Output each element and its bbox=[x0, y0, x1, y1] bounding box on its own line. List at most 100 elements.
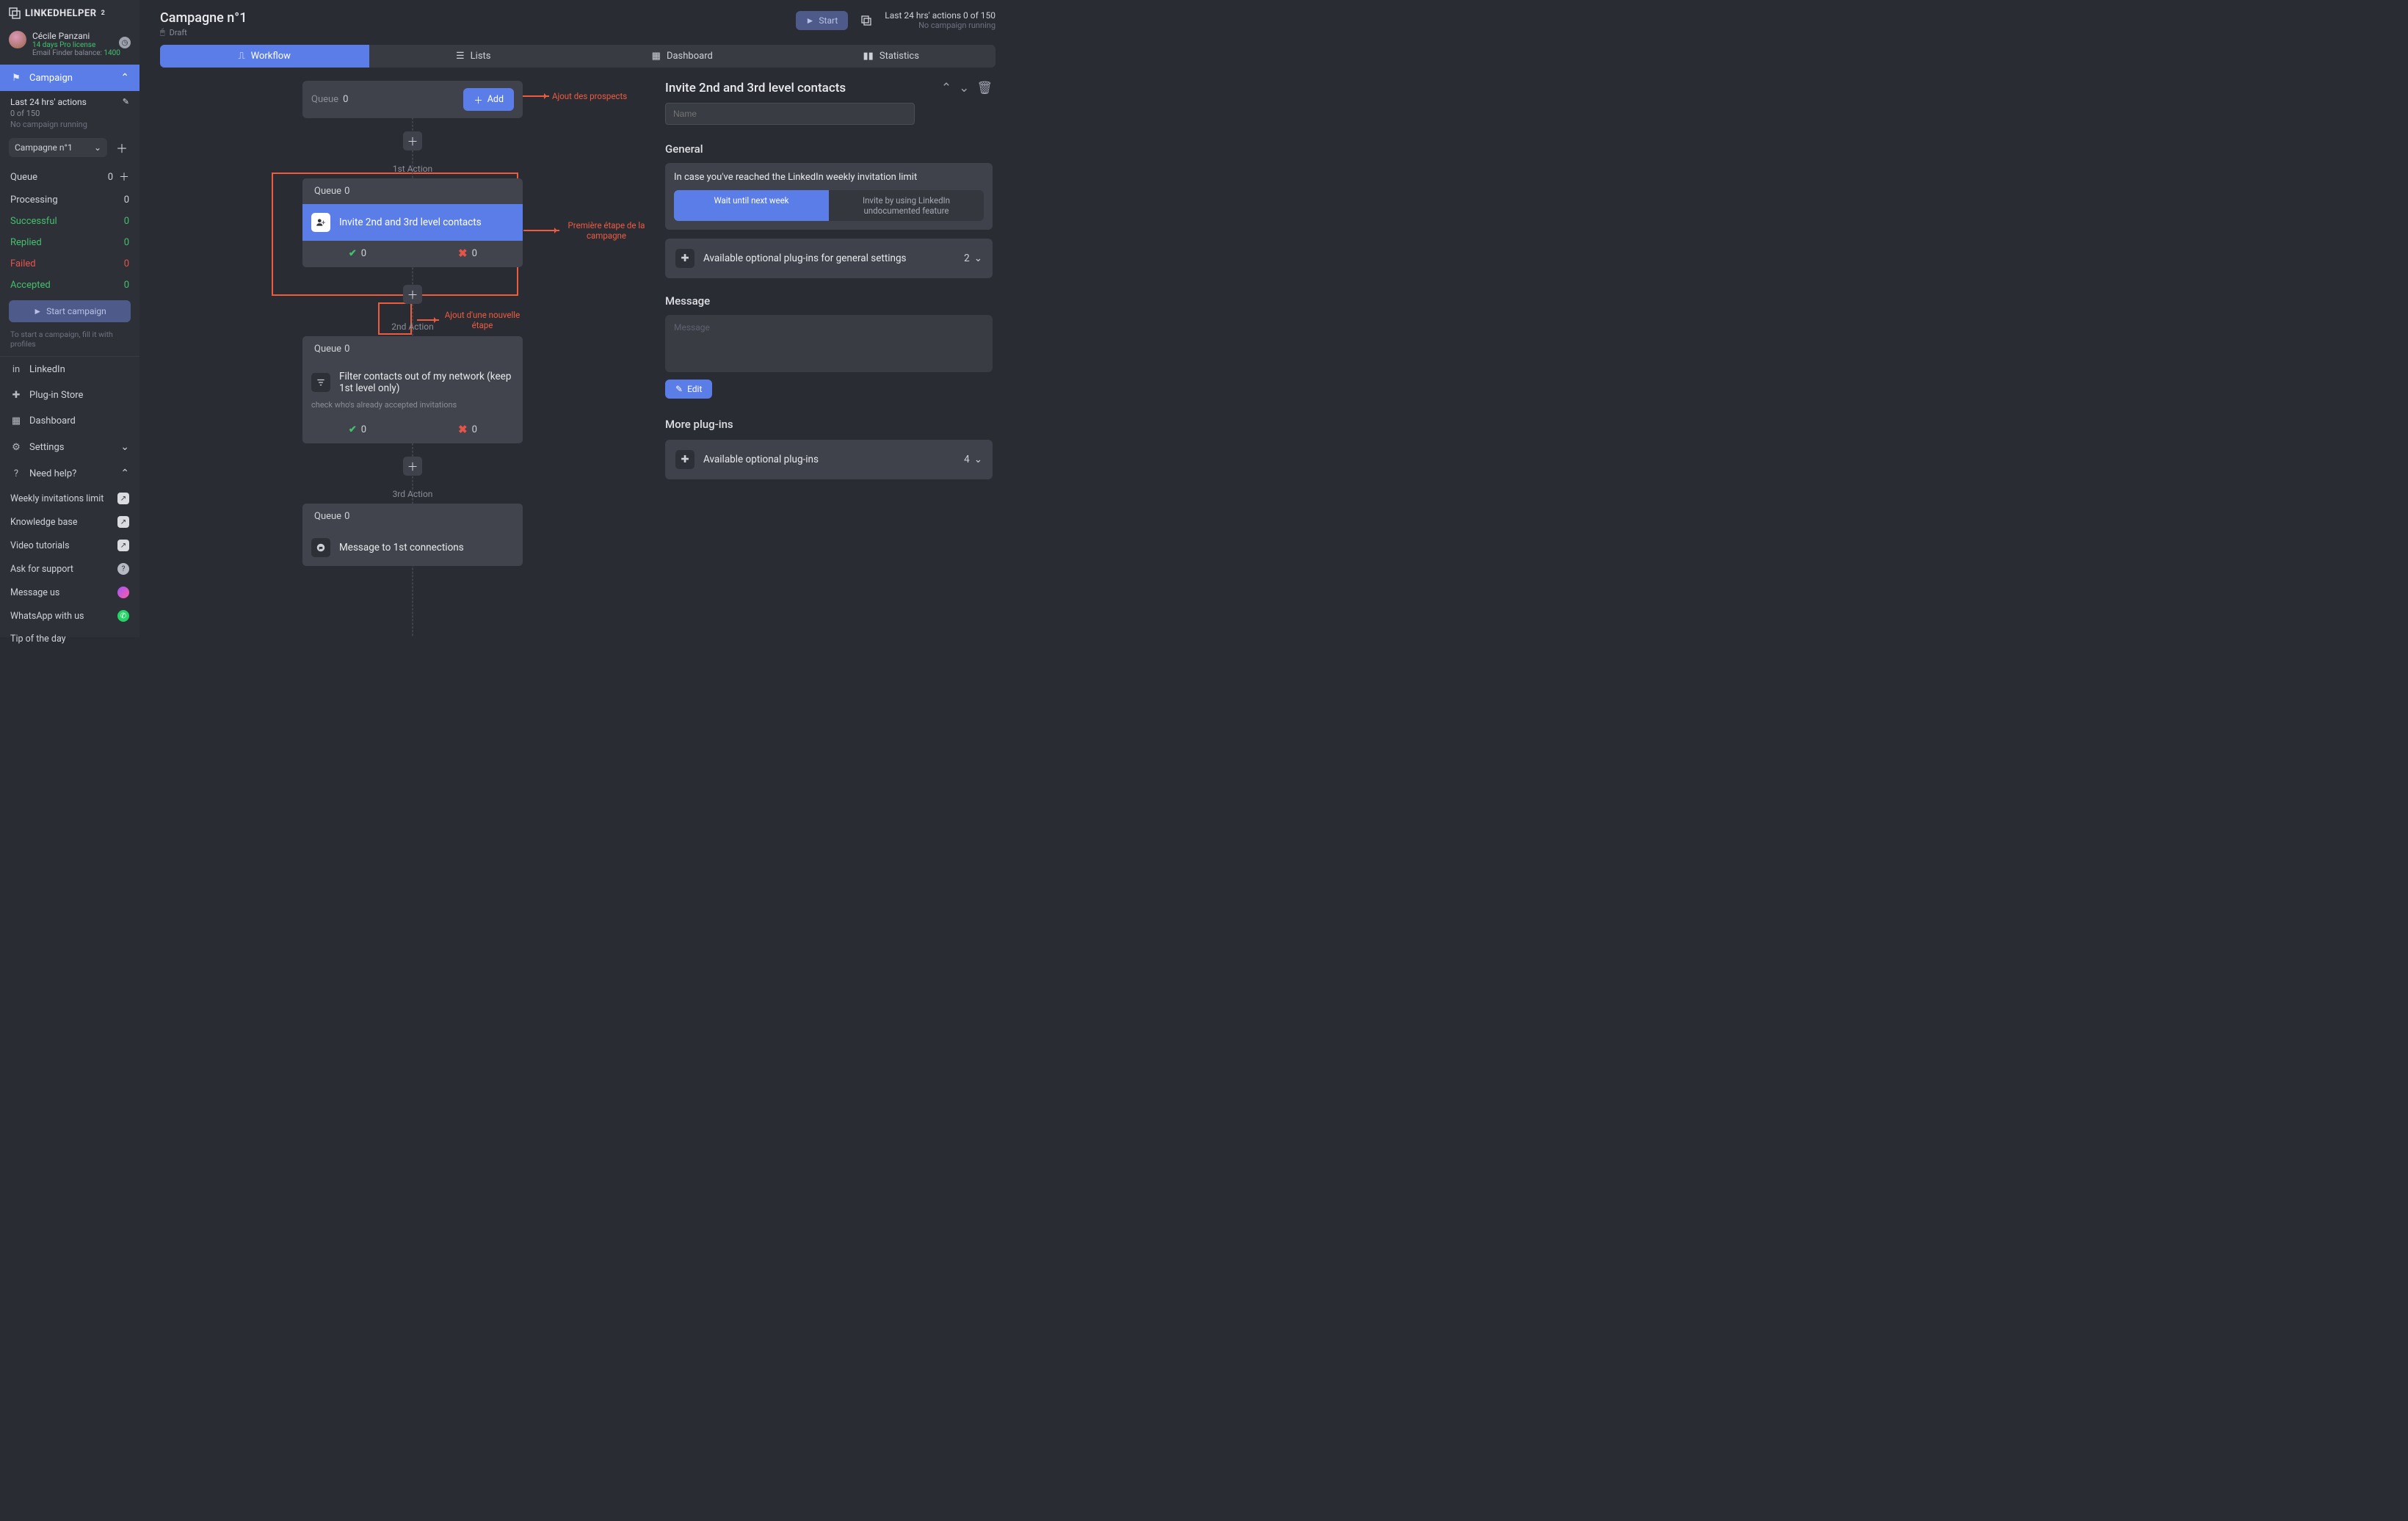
play-icon: ► bbox=[806, 15, 815, 26]
workflow-icon: ⎍ bbox=[239, 51, 245, 62]
campaign-select[interactable]: Campagne n°1 ⌄ bbox=[9, 138, 107, 157]
start-hint: To start a campaign, fill it with profil… bbox=[0, 327, 139, 356]
nav-dashboard[interactable]: ▦ Dashboard bbox=[0, 408, 139, 434]
plugins-general[interactable]: ✚ Available optional plug-ins for genera… bbox=[665, 239, 993, 278]
nav-plugin-store[interactable]: ✚ Plug-in Store bbox=[0, 382, 139, 408]
help-tip-of-day[interactable]: Tip of the day bbox=[0, 628, 139, 650]
stat-processing[interactable]: Processing0 bbox=[0, 189, 139, 211]
message-textarea[interactable]: Message bbox=[665, 315, 993, 372]
stat-replied[interactable]: Replied0 bbox=[0, 232, 139, 253]
action-card-3[interactable]: Queue0 Message to 1st connections bbox=[302, 504, 523, 566]
tab-statistics[interactable]: ▮▮Statistics bbox=[787, 45, 996, 68]
stats-icon: ▮▮ bbox=[863, 51, 874, 62]
nav-help[interactable]: ? Need help? ⌃ bbox=[0, 460, 139, 487]
add-step-button-2[interactable]: ＋ bbox=[403, 285, 422, 304]
chevron-up-icon: ⌃ bbox=[120, 72, 129, 84]
check-icon: ✔ bbox=[349, 248, 357, 259]
chevron-down-icon[interactable]: ⌄ bbox=[959, 81, 969, 95]
tab-dashboard[interactable]: ▦Dashboard bbox=[578, 45, 787, 68]
filter-icon bbox=[311, 373, 330, 392]
action-card-1[interactable]: Queue0 Invite 2nd and 3rd level contacts… bbox=[302, 178, 523, 267]
chevron-up-icon: ⌃ bbox=[120, 468, 129, 479]
puzzle-icon: ✚ bbox=[675, 450, 695, 469]
puzzle-icon: ✚ bbox=[675, 249, 695, 268]
stat-queue[interactable]: Queue0 ＋ bbox=[0, 164, 139, 189]
whatsapp-icon: ✆ bbox=[117, 610, 129, 622]
tab-workflow[interactable]: ⎍Workflow bbox=[160, 45, 369, 68]
action-card-2[interactable]: Queue0 Filter contacts out of my network… bbox=[302, 336, 523, 443]
linkedin-icon: in bbox=[10, 364, 22, 375]
external-icon: ↗ bbox=[117, 540, 129, 551]
settings-panel: Invite 2nd and 3rd level contacts ⌃ ⌄ 🗑 … bbox=[665, 81, 996, 637]
topbar: Campagne n°1 🖱 Draft ► Start Last 24 hrs… bbox=[160, 0, 996, 45]
add-campaign-button[interactable]: ＋ bbox=[113, 139, 131, 156]
add-step-button-3[interactable]: ＋ bbox=[403, 457, 422, 476]
start-button-top[interactable]: ► Start bbox=[796, 11, 849, 30]
gear-icon: ⚙ bbox=[10, 442, 22, 453]
nav-linkedin[interactable]: in LinkedIn bbox=[0, 357, 139, 382]
action-name-input[interactable] bbox=[665, 103, 915, 125]
help-weekly-limit[interactable]: Weekly invitations limit↗ bbox=[0, 487, 139, 510]
cross-icon: ✖ bbox=[458, 247, 468, 260]
avatar bbox=[9, 31, 26, 48]
stat-accepted[interactable]: Accepted0 bbox=[0, 275, 139, 296]
user-balance: Email Finder balance: 1400 bbox=[32, 49, 120, 57]
opt-force[interactable]: Invite by using LinkedIn undocumented fe… bbox=[829, 190, 984, 221]
section-general: General bbox=[665, 142, 993, 156]
page-status: 🖱 Draft bbox=[160, 27, 247, 37]
mouse-icon: 🖱 bbox=[160, 27, 165, 37]
question-icon: ? bbox=[117, 563, 129, 575]
chevron-down-icon: ⌄ bbox=[120, 441, 129, 453]
user-license: 14 days Pro license bbox=[32, 41, 120, 49]
help-knowledge-base[interactable]: Knowledge base↗ bbox=[0, 510, 139, 534]
page-title: Campagne n°1 bbox=[160, 10, 247, 26]
message-icon bbox=[311, 538, 330, 557]
grid-icon: ▦ bbox=[10, 415, 22, 426]
messenger-icon bbox=[117, 587, 129, 598]
start-campaign-button[interactable]: ► Start campaign bbox=[9, 300, 131, 322]
help-icon: ? bbox=[10, 468, 22, 479]
panel-title: Invite 2nd and 3rd level contacts ⌃ ⌄ 🗑 bbox=[665, 81, 993, 95]
queue-card: Queue 0 ＋Add bbox=[302, 81, 523, 118]
puzzle-icon: ✚ bbox=[10, 390, 22, 401]
add-to-queue-button[interactable]: ＋ bbox=[119, 170, 129, 184]
workflow-canvas: Ajout des prospects Première étape de la… bbox=[160, 81, 650, 637]
play-icon: ► bbox=[33, 306, 42, 316]
clock-icon[interactable]: ◷ bbox=[119, 37, 131, 48]
help-ask-support[interactable]: Ask for support? bbox=[0, 557, 139, 581]
duplicate-button[interactable] bbox=[858, 12, 874, 29]
flag-icon: ⚑ bbox=[10, 73, 22, 84]
chevron-down-icon: ⌄ bbox=[974, 454, 982, 465]
chevron-down-icon: ⌄ bbox=[94, 142, 101, 153]
section-more-plugins: More plug-ins bbox=[665, 418, 993, 431]
opt-wait[interactable]: Wait until next week bbox=[674, 190, 829, 221]
plugins-more[interactable]: ✚ Available optional plug-ins 4⌄ bbox=[665, 440, 993, 479]
stat-failed[interactable]: Failed0 bbox=[0, 253, 139, 275]
external-icon: ↗ bbox=[117, 516, 129, 528]
cross-icon: ✖ bbox=[458, 423, 468, 436]
edit-button[interactable]: ✎Edit bbox=[665, 380, 712, 399]
action-label-1: 1st Action bbox=[393, 164, 432, 174]
trash-icon[interactable]: 🗑 bbox=[976, 81, 993, 95]
nav-campaign[interactable]: ⚑ Campaign ⌃ bbox=[0, 65, 139, 91]
sidebar: LINKEDHELPER2 Cécile Panzani 14 days Pro… bbox=[0, 0, 139, 637]
section-message: Message bbox=[665, 294, 993, 308]
tab-lists[interactable]: ☰Lists bbox=[369, 45, 579, 68]
edit-icon[interactable]: ✎ bbox=[123, 97, 129, 106]
help-whatsapp[interactable]: WhatsApp with us✆ bbox=[0, 604, 139, 628]
nav-settings[interactable]: ⚙ Settings ⌄ bbox=[0, 434, 139, 460]
stat-successful[interactable]: Successful0 bbox=[0, 211, 139, 232]
pencil-icon: ✎ bbox=[675, 384, 683, 394]
chevron-up-icon[interactable]: ⌃ bbox=[941, 81, 951, 95]
user-block[interactable]: Cécile Panzani 14 days Pro license Email… bbox=[0, 26, 139, 65]
brand: LINKEDHELPER2 bbox=[0, 0, 139, 26]
logo-icon bbox=[9, 7, 21, 19]
brand-sup: 2 bbox=[101, 10, 106, 17]
add-button[interactable]: ＋Add bbox=[463, 88, 514, 111]
limit-card: In case you've reached the LinkedIn week… bbox=[665, 163, 993, 230]
add-step-button[interactable]: ＋ bbox=[403, 131, 422, 150]
help-video-tutorials[interactable]: Video tutorials↗ bbox=[0, 534, 139, 557]
user-name: Cécile Panzani bbox=[32, 31, 120, 41]
campaign-status: Last 24 hrs' actions ✎ 0 of 150 No campa… bbox=[0, 91, 139, 134]
help-message-us[interactable]: Message us bbox=[0, 581, 139, 604]
